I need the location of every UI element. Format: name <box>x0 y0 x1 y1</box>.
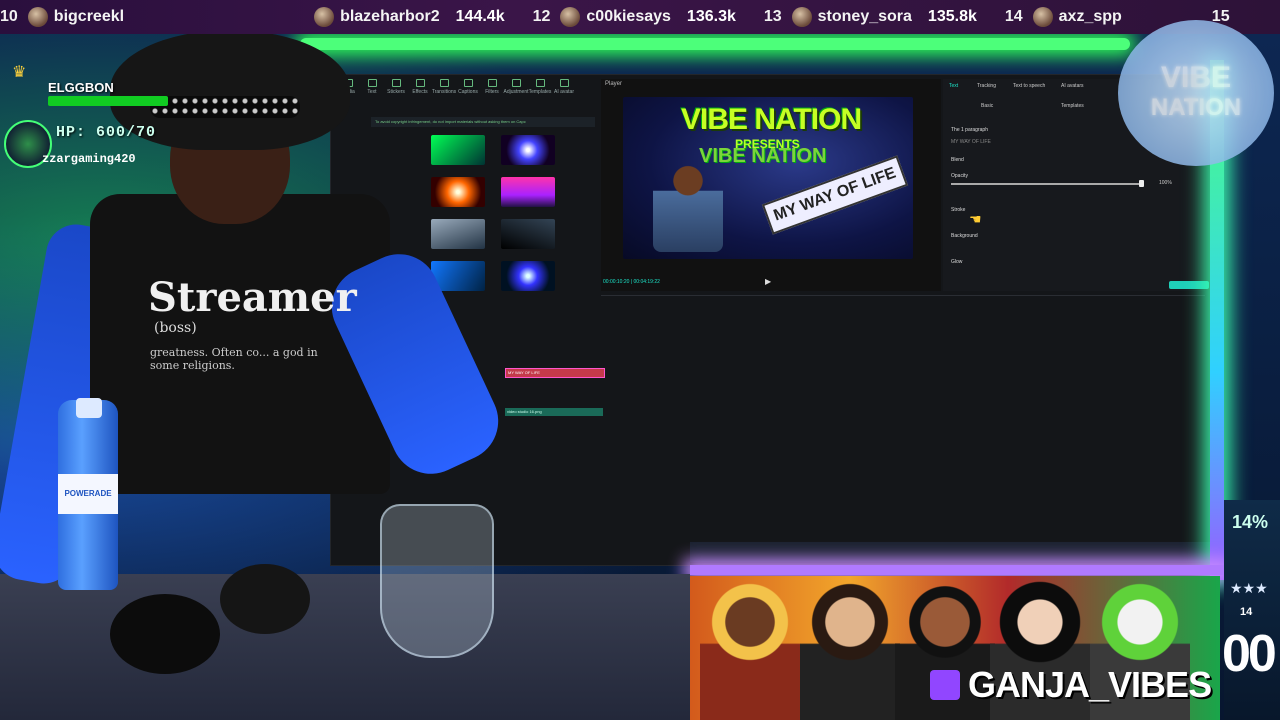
desk-mat <box>0 574 690 720</box>
timeline-ruler <box>601 310 1205 320</box>
paragraph-label: The 1 paragraph <box>951 127 988 133</box>
vibe-nation-logo: VIBE NATION <box>1118 20 1274 166</box>
crown-icon: ♛ <box>12 64 27 81</box>
subtab-templates[interactable]: Templates <box>1061 103 1084 109</box>
ticker-score: 136.3k <box>686 8 736 25</box>
ticker-entry: blazeharbor2 144.4k <box>314 7 505 27</box>
avatar <box>791 7 812 27</box>
play-icon[interactable]: ▶ <box>765 277 771 286</box>
channel-brand: GANJA_VIBES <box>930 664 1212 706</box>
opacity-slider[interactable] <box>951 183 1141 185</box>
glow-toggle[interactable]: Glow <box>951 259 962 265</box>
ticker-score: 135.8k <box>927 8 977 25</box>
tab-text-to-speech[interactable]: Text to speech <box>1013 83 1045 89</box>
avatar <box>560 7 581 27</box>
team-member-avatar <box>700 580 800 720</box>
logo-line1: VIBE <box>1160 61 1232 94</box>
ticker-entry: 12 c00kiesays 136.3k <box>533 7 736 27</box>
channel-name: GANJA_VIBES <box>968 664 1212 705</box>
ticker-name: axz_spp <box>1058 8 1122 25</box>
computer-mouse <box>110 594 220 674</box>
ticker-entry: 14 axz_spp <box>1005 7 1138 27</box>
opacity-slider-handle[interactable] <box>1139 180 1144 187</box>
shirt-print-word: (boss) <box>154 320 197 336</box>
ticker-name: blazeharbor2 <box>340 8 440 25</box>
mouse-cursor-icon: ☚ <box>969 211 982 227</box>
preview-banner-text: MY WAY OF LIFE <box>771 164 899 225</box>
player-name: ELGGBON <box>48 80 114 95</box>
ticker-name: bigcreekl <box>53 8 125 25</box>
ticker-name: c00kiesays <box>586 8 671 25</box>
opacity-value[interactable]: 100% <box>1159 180 1172 186</box>
player-username: zzargaming420 <box>42 152 136 166</box>
ticker-score: 144.4k <box>455 8 505 25</box>
shirt-print-title: Streamer <box>148 274 357 321</box>
tab-ai-avatars[interactable]: AI avatars <box>1061 83 1084 89</box>
preview-title-line3: VIBE NATION <box>699 145 827 167</box>
subtab-basic[interactable]: Basic <box>981 103 993 109</box>
ticker-name: stoney_sora <box>817 8 912 25</box>
computer-mouse <box>220 564 310 634</box>
ticker-rank: 13 <box>763 8 782 25</box>
bottle-cap <box>76 398 102 418</box>
text-content-field[interactable]: MY WAY OF LIFE <box>951 139 991 145</box>
progress-percent: 14% <box>1232 512 1269 532</box>
leaderboard-ticker: 10 bigcreekl blazeharbor2 144.4k 12 c00k… <box>0 0 1280 34</box>
studded-hat-band <box>150 96 300 118</box>
avatar <box>1032 7 1053 27</box>
opacity-label: Opacity <box>951 173 968 179</box>
ticker-entry: 13 stoney_sora 135.8k <box>764 7 977 27</box>
twitch-icon <box>930 670 960 700</box>
ticker-entry: 10 bigcreekl <box>0 7 140 27</box>
ticker-rank: 14 <box>1004 8 1023 25</box>
star-rating: ★★★ <box>1230 580 1268 596</box>
apply-button[interactable] <box>1169 281 1209 289</box>
timeline-panel: MY WAY OF LIFE video studio 16.png <box>505 295 1205 558</box>
shirt-print-definition: greatness. Often co... a god in some rel… <box>150 346 318 372</box>
hp-readout: HP: 600/70 <box>56 124 157 141</box>
stat-small-count: 14 <box>1240 606 1253 618</box>
preview-title-line1: VIBE NATION <box>681 103 862 136</box>
blend-toggle[interactable]: Blend <box>951 157 964 163</box>
ticker-rank: 10 <box>0 8 18 25</box>
background-toggle[interactable]: Background <box>951 233 978 239</box>
glass-piece <box>380 504 494 658</box>
avatar <box>27 7 48 27</box>
neon-frame-bottom <box>690 565 1225 575</box>
team-member-avatar <box>800 580 900 720</box>
ticker-rank: 12 <box>532 8 551 25</box>
avatar <box>314 7 335 27</box>
hp-bar <box>48 96 168 106</box>
tab-tracking[interactable]: Tracking <box>977 83 996 89</box>
stat-big-count: 00 <box>1222 625 1277 683</box>
bottle-label: POWERADE <box>58 474 118 514</box>
logo-line2: NATION <box>1150 94 1242 121</box>
stroke-toggle[interactable]: Stroke <box>951 207 965 213</box>
tab-text[interactable]: Text <box>949 83 958 89</box>
windows-taskbar <box>690 542 1210 562</box>
